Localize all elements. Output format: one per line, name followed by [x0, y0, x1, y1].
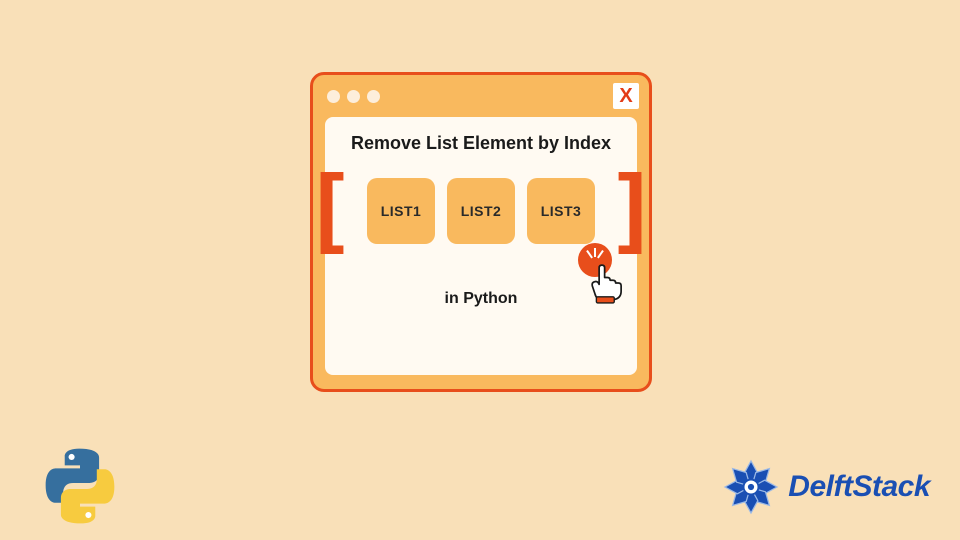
brand-logo: DelftStack: [720, 456, 930, 518]
close-button[interactable]: X: [613, 83, 639, 109]
delftstack-emblem-icon: [720, 456, 782, 518]
list-item: LIST2: [447, 178, 515, 244]
brand-name: DelftStack: [788, 470, 930, 504]
illustration-window: X Remove List Element by Index [ LIST1 L…: [310, 72, 652, 392]
close-icon: X: [619, 85, 632, 108]
window-traffic-lights: [327, 90, 380, 103]
subheading-text: in Python: [445, 290, 518, 308]
list-item: LIST3: [527, 178, 595, 244]
list-item: LIST1: [367, 178, 435, 244]
window-dot: [347, 90, 360, 103]
list-illustration: [ LIST1 LIST2 LIST3 ]: [302, 176, 661, 246]
window-titlebar: X: [313, 75, 649, 117]
python-logo-icon: [38, 444, 122, 528]
window-dot: [327, 90, 340, 103]
window-dot: [367, 90, 380, 103]
pointer-hand-icon: [584, 259, 628, 307]
window-content: Remove List Element by Index [ LIST1 LIS…: [325, 117, 637, 375]
heading-text: Remove List Element by Index: [351, 133, 611, 154]
bracket-close: ]: [605, 176, 660, 246]
bracket-open: [: [302, 176, 357, 246]
list-chips: LIST1 LIST2 LIST3: [367, 178, 595, 244]
cursor-click-icon: [572, 245, 632, 305]
